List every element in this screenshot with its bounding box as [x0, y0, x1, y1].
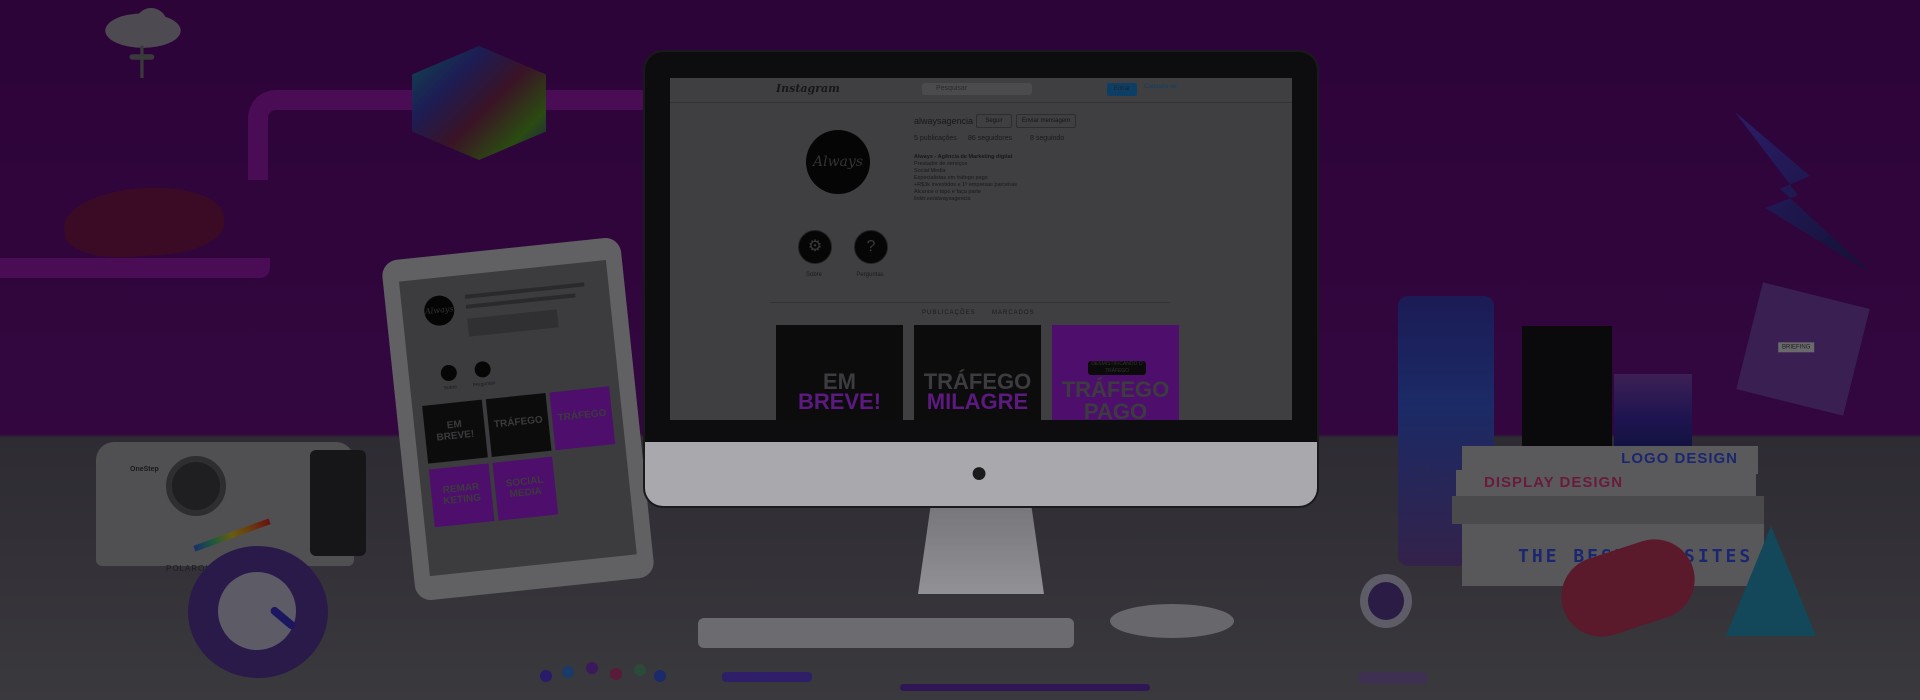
tablet-screen: Always Sobre Perguntas EM BREVE! TRÁFEGO… [398, 259, 637, 577]
bottle-text-line: LOVE [1412, 466, 1431, 473]
bead [540, 670, 552, 682]
tablet-post[interactable]: TRÁFEGO [485, 392, 552, 457]
sticky-note: BRIEFING [1736, 282, 1870, 416]
bio-line: Social Media [914, 168, 946, 174]
tablet-post[interactable]: EM BREVE! [422, 399, 488, 464]
camera-side [310, 450, 366, 556]
question-icon[interactable]: ? [854, 230, 888, 264]
apple-logo-icon: ● [969, 456, 989, 489]
tablet-post-line: TRÁFEGO [493, 414, 544, 431]
clock-face [218, 572, 298, 650]
tablet-avatar[interactable]: Always [422, 294, 456, 328]
pen-prop [900, 684, 1150, 691]
message-button[interactable]: Enviar mensagem [1016, 114, 1076, 128]
post-line: TRÁFEGO [1061, 377, 1170, 402]
monitor-stand [918, 506, 1044, 594]
post-line: BREVE! [797, 389, 882, 414]
login-button[interactable]: Entrar [1107, 83, 1137, 96]
lightning-icon [1735, 112, 1870, 272]
tabs-divider [770, 302, 1170, 303]
signup-link[interactable]: Cadastre-se [1144, 84, 1177, 90]
clock-prop [188, 546, 328, 678]
tablet-highlight-label: Perguntas [472, 380, 496, 389]
book-title: DISPLAY DESIGN [1484, 474, 1624, 491]
highlight-label-perguntas: Perguntas [856, 272, 884, 278]
bottle-text-line: DESIGN [1412, 488, 1439, 495]
bio-link[interactable]: linktr.ee/alwaysagencia [914, 196, 1017, 203]
pencil-prop [722, 672, 812, 682]
tablet-highlight-perguntas[interactable] [473, 360, 492, 379]
tape-roll-prop [1360, 574, 1412, 628]
profile-username: alwaysagencia [914, 116, 974, 126]
tablet-bio-block [467, 309, 559, 337]
stat-posts[interactable]: 5 publicações [914, 135, 957, 142]
marker-prop [1358, 672, 1428, 684]
bio-line: Especialistas em tráfego pago [914, 175, 988, 181]
bio-line: Always - Agência de Marketing digital [914, 154, 1013, 160]
instagram-logo[interactable]: Instagram [776, 82, 840, 95]
keyboard [698, 618, 1074, 648]
camera-lens [166, 456, 226, 516]
post-line: PAGO [1083, 399, 1148, 421]
post-line: MILAGRE [926, 389, 1029, 414]
profile-bio: Always - Agência de Marketing digital Pr… [914, 154, 1017, 203]
post-tile[interactable]: DESMISTIFICANDO O TRÁFEGO TRÁFEGO PAGO [1052, 325, 1179, 420]
wall-shelf [0, 258, 270, 278]
banana-prop [61, 182, 227, 262]
search-input[interactable]: Pesquisar [922, 83, 1032, 95]
post-pill: DESMISTIFICANDO O TRÁFEGO [1088, 361, 1146, 375]
tablet-post[interactable]: REMAR KETING [428, 463, 495, 528]
profile-avatar[interactable]: Always [806, 130, 870, 194]
tablet-device: Always Sobre Perguntas EM BREVE! TRÁFEGO… [380, 236, 656, 602]
monitor-screen: Instagram Pesquisar Entrar Cadastre-se A… [670, 78, 1292, 420]
post-tile[interactable]: TRÁFEGO MILAGRE [914, 325, 1041, 420]
tablet-highlight-sobre[interactable] [440, 364, 458, 382]
bead [586, 662, 598, 674]
book-display-design: DISPLAY DESIGN [1456, 470, 1756, 498]
instagram-top-bar: Instagram Pesquisar Entrar Cadastre-se [670, 78, 1292, 103]
note-tag: BRIEFING [1778, 342, 1815, 353]
black-box-prop [1522, 326, 1612, 448]
bead [610, 668, 622, 680]
gradient-box-prop [1614, 374, 1692, 448]
magic-mouse [1110, 604, 1234, 638]
bead [634, 664, 646, 676]
gear-icon[interactable]: ⚙ [798, 230, 832, 264]
post-tile[interactable]: EM BREVE! [776, 325, 903, 420]
camera-label: OneStep [130, 466, 159, 473]
tablet-post[interactable]: SOCIAL MEDIA [492, 456, 559, 521]
highlight-label-sobre: Sobre [805, 272, 822, 278]
book-plain [1452, 496, 1764, 524]
tab-publicacoes[interactable]: PUBLICAÇÕES [922, 310, 976, 316]
tablet-highlight-label: Sobre [443, 384, 458, 392]
clock-hand [268, 605, 298, 631]
bio-line: Alcance o topo e faça parte [914, 189, 981, 195]
bead [562, 666, 574, 678]
stat-following[interactable]: 8 seguindo [1030, 135, 1064, 142]
bio-line: +R$3k investidos e 1º empresas parceiras [914, 182, 1018, 188]
bottle-text-line: PACKAGING [1412, 477, 1454, 484]
bio-line: Prestador de serviços [914, 161, 968, 167]
tablet-post[interactable]: TRÁFEGO [549, 386, 616, 451]
desk-scene: BRIEFING OneStep POLAROID LAND CAMERA Al… [0, 0, 1920, 700]
tab-marcados[interactable]: MARCADOS [992, 310, 1035, 316]
stat-followers[interactable]: 86 seguidores [968, 135, 1012, 142]
tablet-post-line: TRÁFEGO [557, 407, 607, 424]
bead [654, 670, 666, 682]
cloud-icon [105, 8, 181, 78]
beads-prop [540, 662, 670, 684]
book-title: LOGO DESIGN [1621, 450, 1738, 467]
follow-button[interactable]: Seguir [976, 114, 1012, 128]
bottle-text: LOVE PACKAGING DESIGN [1412, 464, 1453, 497]
